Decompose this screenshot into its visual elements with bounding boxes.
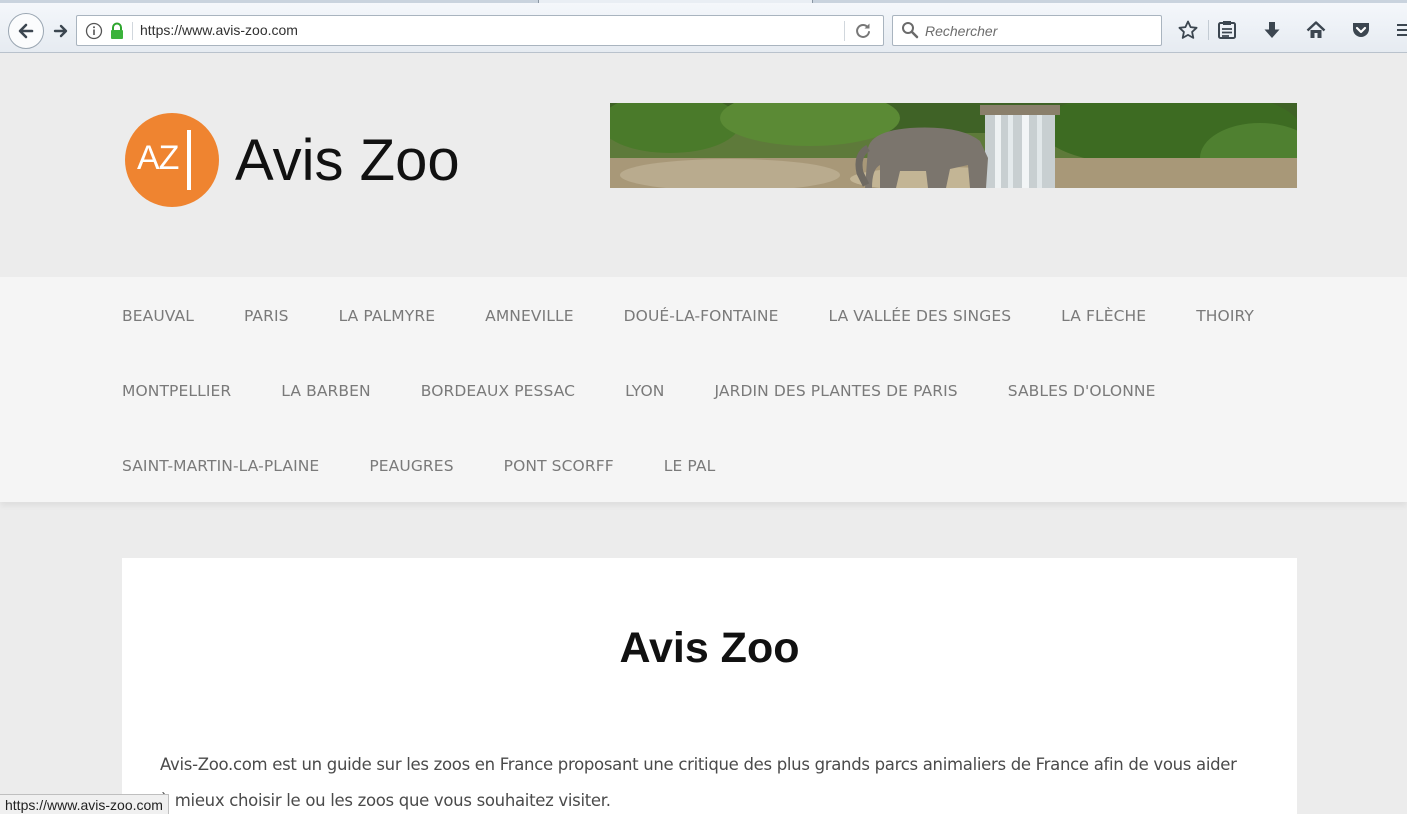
nav-item-bordeaux-pessac[interactable]: BORDEAUX PESSAC <box>421 382 575 402</box>
nav-row-1: BEAUVAL PARIS LA PALMYRE AMNEVILLE DOUÉ-… <box>122 307 1304 327</box>
forward-button[interactable] <box>46 17 76 45</box>
nav-item-beauval[interactable]: BEAUVAL <box>122 307 194 327</box>
reload-icon[interactable] <box>853 21 873 41</box>
intro-line-1: Avis-Zoo.com est un guide sur les zoos e… <box>160 755 1237 774</box>
nav-item-saint-martin-la-plaine[interactable]: SAINT-MARTIN-LA-PLAINE <box>122 457 319 477</box>
header-banner-image <box>610 103 1297 188</box>
main-content: Avis Zoo Avis-Zoo.com est un guide sur l… <box>122 558 1297 814</box>
menu-button[interactable] <box>1395 17 1407 43</box>
nav-item-thoiry[interactable]: THOIRY <box>1196 307 1254 327</box>
home-icon <box>1306 21 1326 38</box>
main-navigation: BEAUVAL PARIS LA PALMYRE AMNEVILLE DOUÉ-… <box>0 277 1407 502</box>
nav-item-pont-scorff[interactable]: PONT SCORFF <box>504 457 614 477</box>
nav-item-montpellier[interactable]: MONTPELLIER <box>122 382 231 402</box>
nav-item-la-palmyre[interactable]: LA PALMYRE <box>339 307 436 327</box>
pocket-button[interactable] <box>1348 17 1374 43</box>
bookmarks-menu-button[interactable] <box>1214 17 1240 43</box>
reload-separator <box>844 21 845 41</box>
logo-title: Avis Zoo <box>235 128 460 193</box>
home-button[interactable] <box>1303 17 1329 43</box>
site-header: AZ Avis Zoo <box>0 54 1407 277</box>
back-button[interactable] <box>8 13 44 49</box>
logo-circle: AZ <box>125 113 219 207</box>
nav-item-la-vallee-des-singes[interactable]: LA VALLÉE DES SINGES <box>828 307 1011 327</box>
status-bar-url: https://www.avis-zoo.com <box>0 794 169 814</box>
bookmark-star-button[interactable] <box>1175 17 1201 43</box>
nav-row-2: MONTPELLIER LA BARBEN BORDEAUX PESSAC LY… <box>122 382 1205 402</box>
intro-paragraph: Avis-Zoo.com est un guide sur les zoos e… <box>160 747 1270 814</box>
intro-line-2: à mieux choisir le ou les zoos que vous … <box>160 791 611 810</box>
site-logo[interactable]: AZ Avis Zoo <box>125 113 485 209</box>
url-text[interactable]: https://www.avis-zoo.com <box>140 22 298 38</box>
nav-item-amneville[interactable]: AMNEVILLE <box>485 307 574 327</box>
clipboard-list-icon <box>1218 21 1236 39</box>
search-icon <box>902 22 919 39</box>
arrow-right-icon <box>53 24 68 38</box>
lock-icon[interactable] <box>109 22 125 40</box>
browser-toolbar: https://www.avis-zoo.com Rechercher <box>0 3 1407 53</box>
downloads-button[interactable] <box>1259 17 1285 43</box>
logo-bar <box>187 130 191 190</box>
logo-initials: AZ <box>137 139 179 177</box>
nav-item-le-pal[interactable]: LE PAL <box>664 457 716 477</box>
nav-item-la-fleche[interactable]: LA FLÈCHE <box>1061 307 1146 327</box>
nav-item-peaugres[interactable]: PEAUGRES <box>369 457 453 477</box>
download-arrow-icon <box>1264 22 1280 38</box>
nav-item-doue-la-fontaine[interactable]: DOUÉ-LA-FONTAINE <box>624 307 779 327</box>
url-separator <box>132 22 133 40</box>
nav-item-sables-d-olonne[interactable]: SABLES D'OLONNE <box>1008 382 1156 402</box>
nav-item-la-barben[interactable]: LA BARBEN <box>281 382 370 402</box>
nav-item-lyon[interactable]: LYON <box>625 382 664 402</box>
toolbar-separator <box>1208 20 1209 40</box>
pocket-icon <box>1353 23 1369 37</box>
nav-item-paris[interactable]: PARIS <box>244 307 289 327</box>
nav-item-jardin-des-plantes[interactable]: JARDIN DES PLANTES DE PARIS <box>714 382 957 402</box>
url-bar[interactable]: https://www.avis-zoo.com <box>76 15 884 46</box>
search-placeholder: Rechercher <box>925 23 998 39</box>
arrow-left-icon <box>18 23 34 39</box>
hamburger-menu-icon <box>1397 24 1407 36</box>
search-bar[interactable]: Rechercher <box>892 15 1162 46</box>
info-icon[interactable] <box>85 22 103 40</box>
star-icon <box>1178 20 1198 39</box>
nav-row-3: SAINT-MARTIN-LA-PLAINE PEAUGRES PONT SCO… <box>122 457 765 477</box>
page-title: Avis Zoo <box>619 624 800 672</box>
